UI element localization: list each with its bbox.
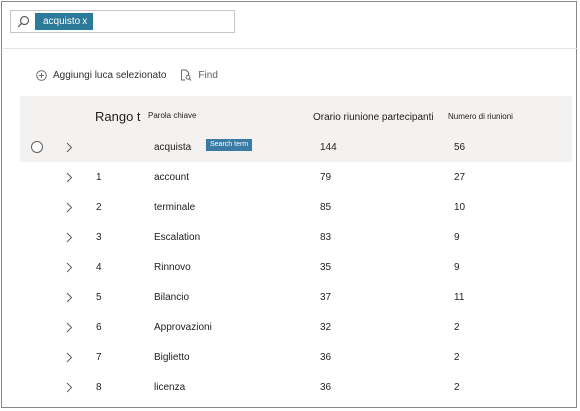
cell-count: 2 [454,382,460,393]
cell-hours: 35 [320,262,332,273]
cell-rank: 2 [96,202,102,213]
cell-hours: 144 [320,142,337,153]
column-header-keyword[interactable]: Parola chiave [148,111,196,120]
chevron-right-icon[interactable] [65,142,73,153]
cell-hours: 83 [320,232,332,243]
app-frame: acquisto x Aggiungi luca selezionato Find… [1,1,577,408]
chevron-right-icon[interactable] [65,382,73,393]
cell-count: 10 [454,202,466,213]
find-label: Find [198,69,218,81]
cell-hours: 36 [320,352,332,363]
cell-hours: 85 [320,202,332,213]
table-header: Rango t Parola chiave Orario riunione pa… [20,96,572,134]
row-select-radio[interactable] [31,141,43,153]
search-token-label: acquisto [43,16,81,27]
cell-rank: 1 [96,172,102,183]
cell-count: 2 [454,352,460,363]
add-selected-label: Aggiungi luca selezionato [53,69,167,81]
add-circle-icon [36,69,47,81]
cell-count: 27 [454,172,466,183]
chevron-right-icon[interactable] [65,292,73,303]
column-header-rank[interactable]: Rango t [95,109,141,124]
cell-keyword: licenza [154,382,186,393]
cell-rank: 3 [96,232,102,243]
cell-hours: 37 [320,292,332,303]
chevron-right-icon[interactable] [65,262,73,273]
add-selected-button[interactable]: Aggiungi luca selezionato [36,70,166,81]
chevron-right-icon[interactable] [65,322,73,333]
cell-rank: 6 [96,322,102,333]
toolbar: Aggiungi luca selezionato Find [36,67,232,83]
table-row[interactable]: 5 Bilancio 37 11 [20,284,572,312]
table-row[interactable]: 3 Escalation 83 9 [20,224,572,252]
search-icon [17,15,30,28]
cell-count: 9 [454,232,460,243]
cell-keyword: Approvazioni [154,322,212,333]
cell-count: 2 [454,322,460,333]
cell-keyword: Escalation [154,232,201,243]
cell-keyword: account [154,172,190,183]
table-row[interactable]: 1 account 79 27 [20,164,572,192]
cell-keyword: Bilancio [154,292,190,303]
cell-rank: 8 [96,382,102,393]
chevron-right-icon[interactable] [65,352,73,363]
cell-rank: 5 [96,292,102,303]
cell-count: 11 [454,292,465,303]
cell-hours: 79 [320,172,332,183]
table-row-search-term[interactable]: acquista Search term 144 56 [20,134,572,162]
search-token[interactable]: acquisto x [35,13,94,30]
table-row[interactable]: 7 Biglietto 36 2 [20,344,572,372]
column-header-hours[interactable]: Orario riunione partecipanti [313,112,434,123]
cell-hours: 32 [320,322,332,333]
chevron-right-icon[interactable] [65,202,73,213]
remove-token-icon[interactable]: x [82,16,87,27]
find-icon [181,69,192,81]
search-term-badge: Search term [206,139,253,151]
cell-rank: 7 [96,352,102,363]
chevron-right-icon[interactable] [65,232,73,243]
cell-count: 9 [454,262,460,273]
cell-keyword: acquista [154,142,192,153]
cell-hours: 36 [320,382,332,393]
table-row[interactable]: 4 Rinnovo 35 9 [20,254,572,282]
find-button[interactable]: Find [180,69,218,81]
table-row[interactable]: 8 licenza 36 2 [20,374,572,402]
cell-keyword: Biglietto [154,352,190,363]
cell-rank: 4 [96,262,102,273]
search-box[interactable]: acquisto x [10,10,235,33]
cell-keyword: terminale [154,202,196,213]
table-row[interactable]: 2 terminale 85 10 [20,194,572,222]
chevron-right-icon[interactable] [65,172,73,183]
header-divider [3,48,577,49]
column-header-count[interactable]: Numero di riunioni [448,112,513,121]
table-row[interactable]: 6 Approvazioni 32 2 [20,314,572,342]
cell-keyword: Rinnovo [154,262,191,273]
cell-count: 56 [454,142,466,153]
